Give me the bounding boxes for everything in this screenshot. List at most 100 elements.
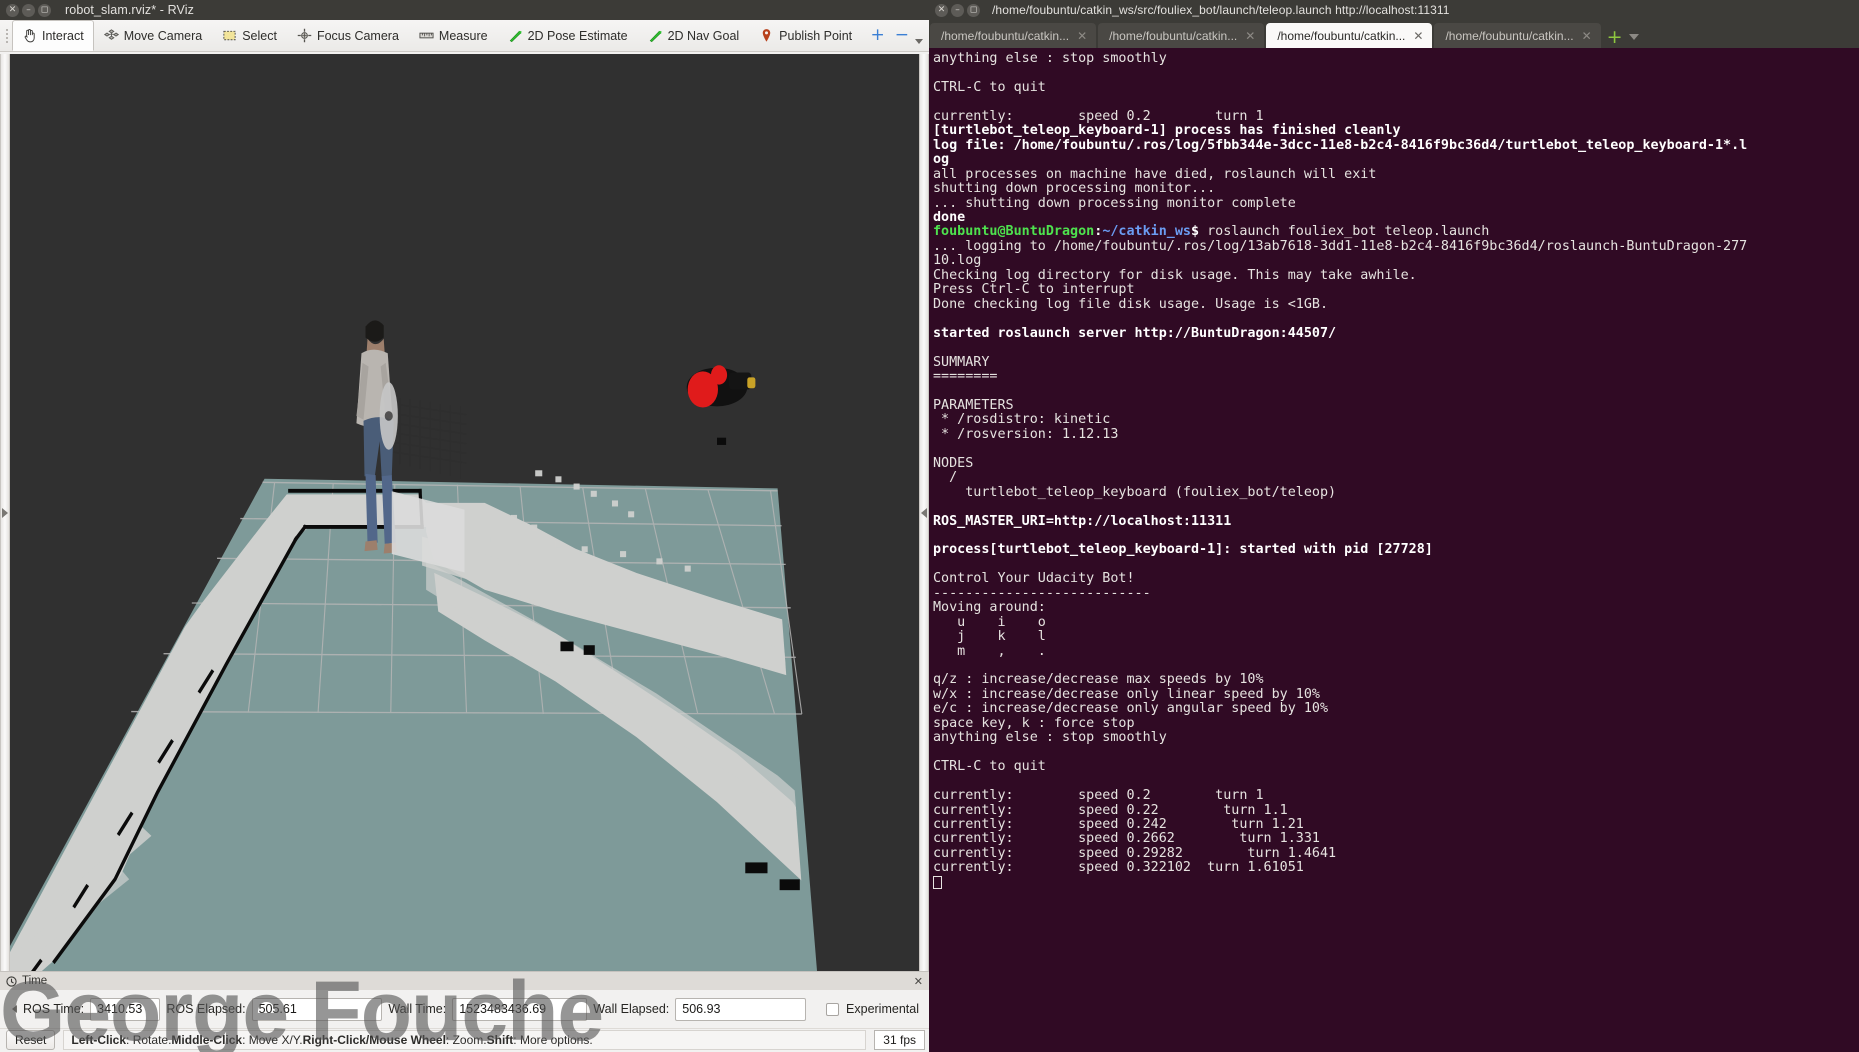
terminal-line: e/c : increase/decrease only angular spe… xyxy=(933,701,1329,717)
terminal-line: u i o xyxy=(933,614,1046,630)
close-icon[interactable]: ✕ xyxy=(1077,29,1087,43)
tool-2d-pose-estimate[interactable]: 2D Pose Estimate xyxy=(498,20,638,51)
experimental-checkbox[interactable] xyxy=(826,1002,840,1016)
rviz-status-bar: Reset Left-Click: Rotate. Middle-Click: … xyxy=(0,1028,929,1052)
terminal-output[interactable]: anything else : stop smoothly CTRL-C to … xyxy=(929,48,1859,1052)
tool-select-label: Select xyxy=(242,28,277,43)
terminal-line: anything else : stop smoothly xyxy=(933,730,1167,746)
move-camera-icon xyxy=(103,29,119,40)
terminal-line: ======== xyxy=(933,368,998,384)
close-icon[interactable]: ✕ xyxy=(1582,29,1592,43)
wall-time-input[interactable]: 1523483436.69 xyxy=(452,997,588,1021)
terminal-tab-2[interactable]: /home/foubuntu/catkin... ✕ xyxy=(1098,23,1265,48)
tool-publish-point[interactable]: Publish Point xyxy=(749,20,862,51)
terminal-line: w/x : increase/decrease only linear spee… xyxy=(933,686,1320,702)
time-panel-close-icon[interactable]: ✕ xyxy=(914,975,923,988)
terminal-tab-4[interactable]: /home/foubuntu/catkin... ✕ xyxy=(1434,23,1601,48)
terminal-line: ... shutting down processing monitor com… xyxy=(933,195,1296,211)
toolbar-drag-handle[interactable] xyxy=(2,20,12,51)
close-icon[interactable]: ✕ xyxy=(935,3,948,17)
close-icon[interactable]: ✕ xyxy=(1245,29,1255,43)
terminal-line: currently: speed 0.322102 turn 1.61051 xyxy=(933,860,1304,876)
hint-fragment: Left-Click xyxy=(71,1032,127,1047)
ros-time-label: ROS Time: xyxy=(23,1002,85,1016)
maximize-icon[interactable]: ◻ xyxy=(967,3,980,17)
remove-tool-button[interactable]: − xyxy=(895,27,909,44)
tool-2d-pose-estimate-label: 2D Pose Estimate xyxy=(527,28,628,43)
terminal-line: Checking log directory for disk usage. T… xyxy=(933,267,1417,283)
terminal-line: all processes on machine have died, rosl… xyxy=(933,166,1377,182)
minimize-icon[interactable]: – xyxy=(22,3,35,17)
slam-map-render xyxy=(10,320,818,971)
minimize-icon[interactable]: – xyxy=(951,3,964,17)
close-icon[interactable]: ✕ xyxy=(1413,29,1423,43)
wall-elapsed-input[interactable]: 506.93 xyxy=(675,997,807,1021)
close-icon[interactable]: ✕ xyxy=(6,3,19,17)
experimental-checkbox-wrap[interactable]: Experimental xyxy=(826,1002,919,1016)
terminal-line: [turtlebot_teleop_keyboard-1] process ha… xyxy=(933,123,1401,139)
maximize-icon[interactable]: ◻ xyxy=(38,3,51,17)
human-model xyxy=(356,320,467,573)
left-panel-expander[interactable] xyxy=(0,54,10,971)
hint-fragment: : Rotate. xyxy=(126,1032,172,1047)
right-panel-expander[interactable] xyxy=(919,54,929,971)
terminal-line: Done checking log file disk usage. Usage… xyxy=(933,296,1329,312)
terminal-line: anything else : stop smoothly xyxy=(933,51,1167,66)
terminal-line: PARAMETERS xyxy=(933,397,1014,413)
terminal-window-controls[interactable]: ✕ – ◻ xyxy=(935,3,980,17)
reset-button[interactable]: Reset xyxy=(6,1029,56,1050)
tool-2d-nav-goal[interactable]: 2D Nav Goal xyxy=(638,20,750,51)
focus-camera-icon xyxy=(297,28,312,43)
terminal-line: space key, k : force stop xyxy=(933,715,1135,731)
chevron-down-icon[interactable] xyxy=(915,39,923,44)
tool-focus-camera[interactable]: Focus Camera xyxy=(287,20,409,51)
rviz-window-controls[interactable]: ✕ – ◻ xyxy=(6,3,51,17)
hint-fragment: : Zoom. xyxy=(445,1032,487,1047)
terminal-window: ✕ – ◻ /home/foubuntu/catkin_ws/src/fouli… xyxy=(929,0,1859,1052)
wall-time-label: Wall Time: xyxy=(388,1002,447,1016)
terminal-line: j k l xyxy=(933,629,1046,645)
time-panel-title: Time xyxy=(22,975,48,987)
rviz-window-title: robot_slam.rviz* - RViz xyxy=(65,3,194,17)
prompt-path: ~/catkin_ws xyxy=(1102,224,1191,240)
ros-time-input[interactable]: 3410.53 xyxy=(90,997,161,1021)
terminal-line: shutting down processing monitor... xyxy=(933,181,1216,197)
terminal-tab-1[interactable]: /home/foubuntu/catkin... ✕ xyxy=(930,23,1097,48)
terminal-tab-3-label: /home/foubuntu/catkin... xyxy=(1277,28,1406,43)
terminal-line: m , . xyxy=(933,643,1046,659)
terminal-tab-4-label: /home/foubuntu/catkin... xyxy=(1445,28,1574,43)
terminal-line: SUMMARY xyxy=(933,354,990,370)
terminal-line: CTRL-C to quit xyxy=(933,759,1046,775)
tool-publish-point-label: Publish Point xyxy=(779,28,853,43)
tool-interact[interactable]: Interact xyxy=(12,20,94,51)
terminal-line: / xyxy=(933,470,958,486)
terminal-line: q/z : increase/decrease max speeds by 10… xyxy=(933,672,1264,688)
new-tab-button[interactable]: + xyxy=(1607,28,1623,47)
terminal-line: currently: speed 0.2 turn 1 xyxy=(933,788,1264,804)
tool-move-camera[interactable]: Move Camera xyxy=(94,20,213,51)
terminal-line: currently: speed 0.242 turn 1.21 xyxy=(933,817,1304,833)
terminal-window-title: /home/foubuntu/catkin_ws/src/fouliex_bot… xyxy=(992,3,1450,17)
terminal-line: CTRL-C to quit xyxy=(933,79,1046,95)
chevron-down-icon[interactable] xyxy=(1628,34,1639,40)
terminal-line: currently: speed 0.22 turn 1.1 xyxy=(933,802,1288,818)
tool-measure[interactable]: Measure xyxy=(409,20,498,51)
pose-arrow-icon xyxy=(509,30,522,43)
rviz-window: ✕ – ◻ robot_slam.rviz* - RViz Interact M… xyxy=(0,0,929,1052)
terminal-cursor xyxy=(933,875,942,889)
tool-select[interactable]: Select xyxy=(212,20,287,51)
add-tool-button[interactable]: + xyxy=(871,27,885,44)
panel-collapse-icon[interactable] xyxy=(12,1005,17,1013)
terminal-line: ... logging to /home/foubuntu/.ros/log/1… xyxy=(933,238,1748,254)
hint-fragment: Shift xyxy=(486,1032,514,1047)
3d-viewport[interactable] xyxy=(10,54,919,971)
map-pin-icon xyxy=(762,29,771,42)
terminal-tab-3[interactable]: /home/foubuntu/catkin... ✕ xyxy=(1266,23,1433,48)
ros-elapsed-input[interactable]: 505.61 xyxy=(251,997,383,1021)
